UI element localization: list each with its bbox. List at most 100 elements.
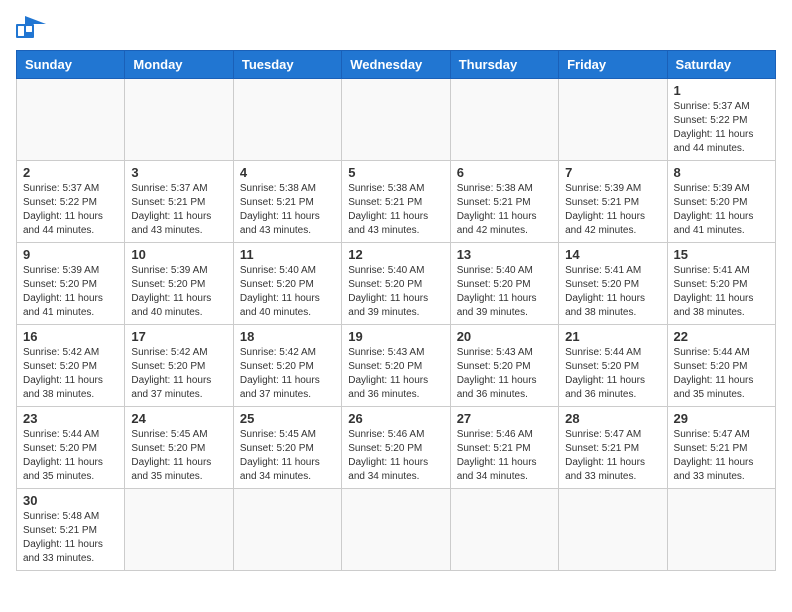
day-number: 9	[23, 247, 118, 262]
calendar-cell: 25 Sunrise: 5:45 AM Sunset: 5:20 PM Dayli…	[233, 407, 341, 489]
day-number: 24	[131, 411, 226, 426]
page-header	[16, 16, 776, 38]
calendar-day-header: Friday	[559, 51, 667, 79]
calendar-cell: 27 Sunrise: 5:46 AM Sunset: 5:21 PM Dayli…	[450, 407, 558, 489]
calendar-cell: 4 Sunrise: 5:38 AM Sunset: 5:21 PM Daylig…	[233, 161, 341, 243]
day-number: 25	[240, 411, 335, 426]
calendar-cell	[667, 489, 775, 571]
day-number: 13	[457, 247, 552, 262]
logo	[16, 16, 50, 38]
calendar-cell: 7Sunrise: 5:39 AM Sunset: 5:21 PM Daylig…	[559, 161, 667, 243]
day-info: Sunrise: 5:40 AM Sunset: 5:20 PM Dayligh…	[240, 264, 335, 320]
day-info: Sunrise: 5:40 AM Sunset: 5:20 PM Dayligh…	[348, 264, 443, 320]
day-number: 30	[23, 493, 118, 508]
day-info: Sunrise: 5:42 AM Sunset: 5:20 PM Dayligh…	[23, 346, 118, 402]
calendar-cell	[450, 489, 558, 571]
calendar-cell: 20Sunrise: 5:43 AM Sunset: 5:20 PM Dayli…	[450, 325, 558, 407]
calendar-cell	[17, 79, 125, 161]
day-info: Sunrise: 5:45 AM Sunset: 5:20 PM Dayligh…	[240, 428, 335, 484]
calendar-day-header: Thursday	[450, 51, 558, 79]
calendar-cell: 9 Sunrise: 5:39 AM Sunset: 5:20 PM Daylig…	[17, 243, 125, 325]
calendar-cell: 13 Sunrise: 5:40 AM Sunset: 5:20 PM Dayli…	[450, 243, 558, 325]
calendar-cell: 12 Sunrise: 5:40 AM Sunset: 5:20 PM Dayli…	[342, 243, 450, 325]
day-info: Sunrise: 5:46 AM Sunset: 5:20 PM Dayligh…	[348, 428, 443, 484]
day-number: 26	[348, 411, 443, 426]
calendar-day-header: Saturday	[667, 51, 775, 79]
calendar-cell: 19Sunrise: 5:43 AM Sunset: 5:20 PM Dayli…	[342, 325, 450, 407]
day-info: Sunrise: 5:46 AM Sunset: 5:21 PM Dayligh…	[457, 428, 552, 484]
calendar-day-header: Wednesday	[342, 51, 450, 79]
day-info: Sunrise: 5:39 AM Sunset: 5:20 PM Dayligh…	[23, 264, 118, 320]
day-number: 27	[457, 411, 552, 426]
day-info: Sunrise: 5:39 AM Sunset: 5:20 PM Dayligh…	[674, 182, 769, 238]
day-info: Sunrise: 5:42 AM Sunset: 5:20 PM Dayligh…	[240, 346, 335, 402]
calendar-day-header: Monday	[125, 51, 233, 79]
day-number: 11	[240, 247, 335, 262]
day-info: Sunrise: 5:40 AM Sunset: 5:20 PM Dayligh…	[457, 264, 552, 320]
calendar-cell	[233, 489, 341, 571]
calendar-cell: 21 Sunrise: 5:44 AM Sunset: 5:20 PM Dayli…	[559, 325, 667, 407]
day-info: Sunrise: 5:44 AM Sunset: 5:20 PM Dayligh…	[565, 346, 660, 402]
day-info: Sunrise: 5:37 AM Sunset: 5:22 PM Dayligh…	[23, 182, 118, 238]
calendar-cell: 8 Sunrise: 5:39 AM Sunset: 5:20 PM Daylig…	[667, 161, 775, 243]
day-number: 6	[457, 165, 552, 180]
calendar-cell: 10 Sunrise: 5:39 AM Sunset: 5:20 PM Dayli…	[125, 243, 233, 325]
calendar-cell: 18 Sunrise: 5:42 AM Sunset: 5:20 PM Dayli…	[233, 325, 341, 407]
logo-icon	[16, 16, 46, 38]
calendar-cell: 5 Sunrise: 5:38 AM Sunset: 5:21 PM Daylig…	[342, 161, 450, 243]
day-info: Sunrise: 5:41 AM Sunset: 5:20 PM Dayligh…	[565, 264, 660, 320]
calendar-cell: 22 Sunrise: 5:44 AM Sunset: 5:20 PM Dayli…	[667, 325, 775, 407]
day-number: 12	[348, 247, 443, 262]
day-info: Sunrise: 5:44 AM Sunset: 5:20 PM Dayligh…	[23, 428, 118, 484]
day-info: Sunrise: 5:37 AM Sunset: 5:22 PM Dayligh…	[674, 100, 769, 156]
calendar-table: SundayMondayTuesdayWednesdayThursdayFrid…	[16, 50, 776, 571]
day-number: 28	[565, 411, 660, 426]
calendar-cell: 14 Sunrise: 5:41 AM Sunset: 5:20 PM Dayli…	[559, 243, 667, 325]
day-number: 3	[131, 165, 226, 180]
day-number: 4	[240, 165, 335, 180]
day-number: 7	[565, 165, 660, 180]
calendar-cell	[125, 489, 233, 571]
day-info: Sunrise: 5:44 AM Sunset: 5:20 PM Dayligh…	[674, 346, 769, 402]
day-info: Sunrise: 5:42 AM Sunset: 5:20 PM Dayligh…	[131, 346, 226, 402]
calendar-cell	[342, 489, 450, 571]
calendar-cell: 26 Sunrise: 5:46 AM Sunset: 5:20 PM Dayli…	[342, 407, 450, 489]
day-number: 21	[565, 329, 660, 344]
day-info: Sunrise: 5:43 AM Sunset: 5:20 PM Dayligh…	[348, 346, 443, 402]
calendar-cell: 28 Sunrise: 5:47 AM Sunset: 5:21 PM Dayli…	[559, 407, 667, 489]
day-number: 10	[131, 247, 226, 262]
calendar-cell	[559, 79, 667, 161]
calendar-cell: 3Sunrise: 5:37 AM Sunset: 5:21 PM Daylig…	[125, 161, 233, 243]
calendar-cell: 11 Sunrise: 5:40 AM Sunset: 5:20 PM Dayli…	[233, 243, 341, 325]
day-number: 1	[674, 83, 769, 98]
day-number: 23	[23, 411, 118, 426]
day-info: Sunrise: 5:48 AM Sunset: 5:21 PM Dayligh…	[23, 510, 118, 566]
day-info: Sunrise: 5:41 AM Sunset: 5:20 PM Dayligh…	[674, 264, 769, 320]
day-info: Sunrise: 5:38 AM Sunset: 5:21 PM Dayligh…	[240, 182, 335, 238]
day-info: Sunrise: 5:39 AM Sunset: 5:20 PM Dayligh…	[131, 264, 226, 320]
day-number: 14	[565, 247, 660, 262]
day-number: 5	[348, 165, 443, 180]
day-info: Sunrise: 5:47 AM Sunset: 5:21 PM Dayligh…	[674, 428, 769, 484]
calendar-cell: 16 Sunrise: 5:42 AM Sunset: 5:20 PM Dayli…	[17, 325, 125, 407]
day-info: Sunrise: 5:38 AM Sunset: 5:21 PM Dayligh…	[348, 182, 443, 238]
calendar-cell: 17Sunrise: 5:42 AM Sunset: 5:20 PM Dayli…	[125, 325, 233, 407]
calendar-day-header: Tuesday	[233, 51, 341, 79]
day-info: Sunrise: 5:47 AM Sunset: 5:21 PM Dayligh…	[565, 428, 660, 484]
calendar-day-header: Sunday	[17, 51, 125, 79]
day-number: 15	[674, 247, 769, 262]
calendar-header: SundayMondayTuesdayWednesdayThursdayFrid…	[17, 51, 776, 79]
day-info: Sunrise: 5:45 AM Sunset: 5:20 PM Dayligh…	[131, 428, 226, 484]
day-number: 16	[23, 329, 118, 344]
calendar-cell: 30 Sunrise: 5:48 AM Sunset: 5:21 PM Dayli…	[17, 489, 125, 571]
day-number: 2	[23, 165, 118, 180]
day-number: 18	[240, 329, 335, 344]
day-number: 22	[674, 329, 769, 344]
calendar-cell: 6 Sunrise: 5:38 AM Sunset: 5:21 PM Daylig…	[450, 161, 558, 243]
calendar-cell	[559, 489, 667, 571]
calendar-cell	[233, 79, 341, 161]
day-number: 8	[674, 165, 769, 180]
day-info: Sunrise: 5:38 AM Sunset: 5:21 PM Dayligh…	[457, 182, 552, 238]
day-number: 29	[674, 411, 769, 426]
calendar-cell: 29 Sunrise: 5:47 AM Sunset: 5:21 PM Dayli…	[667, 407, 775, 489]
